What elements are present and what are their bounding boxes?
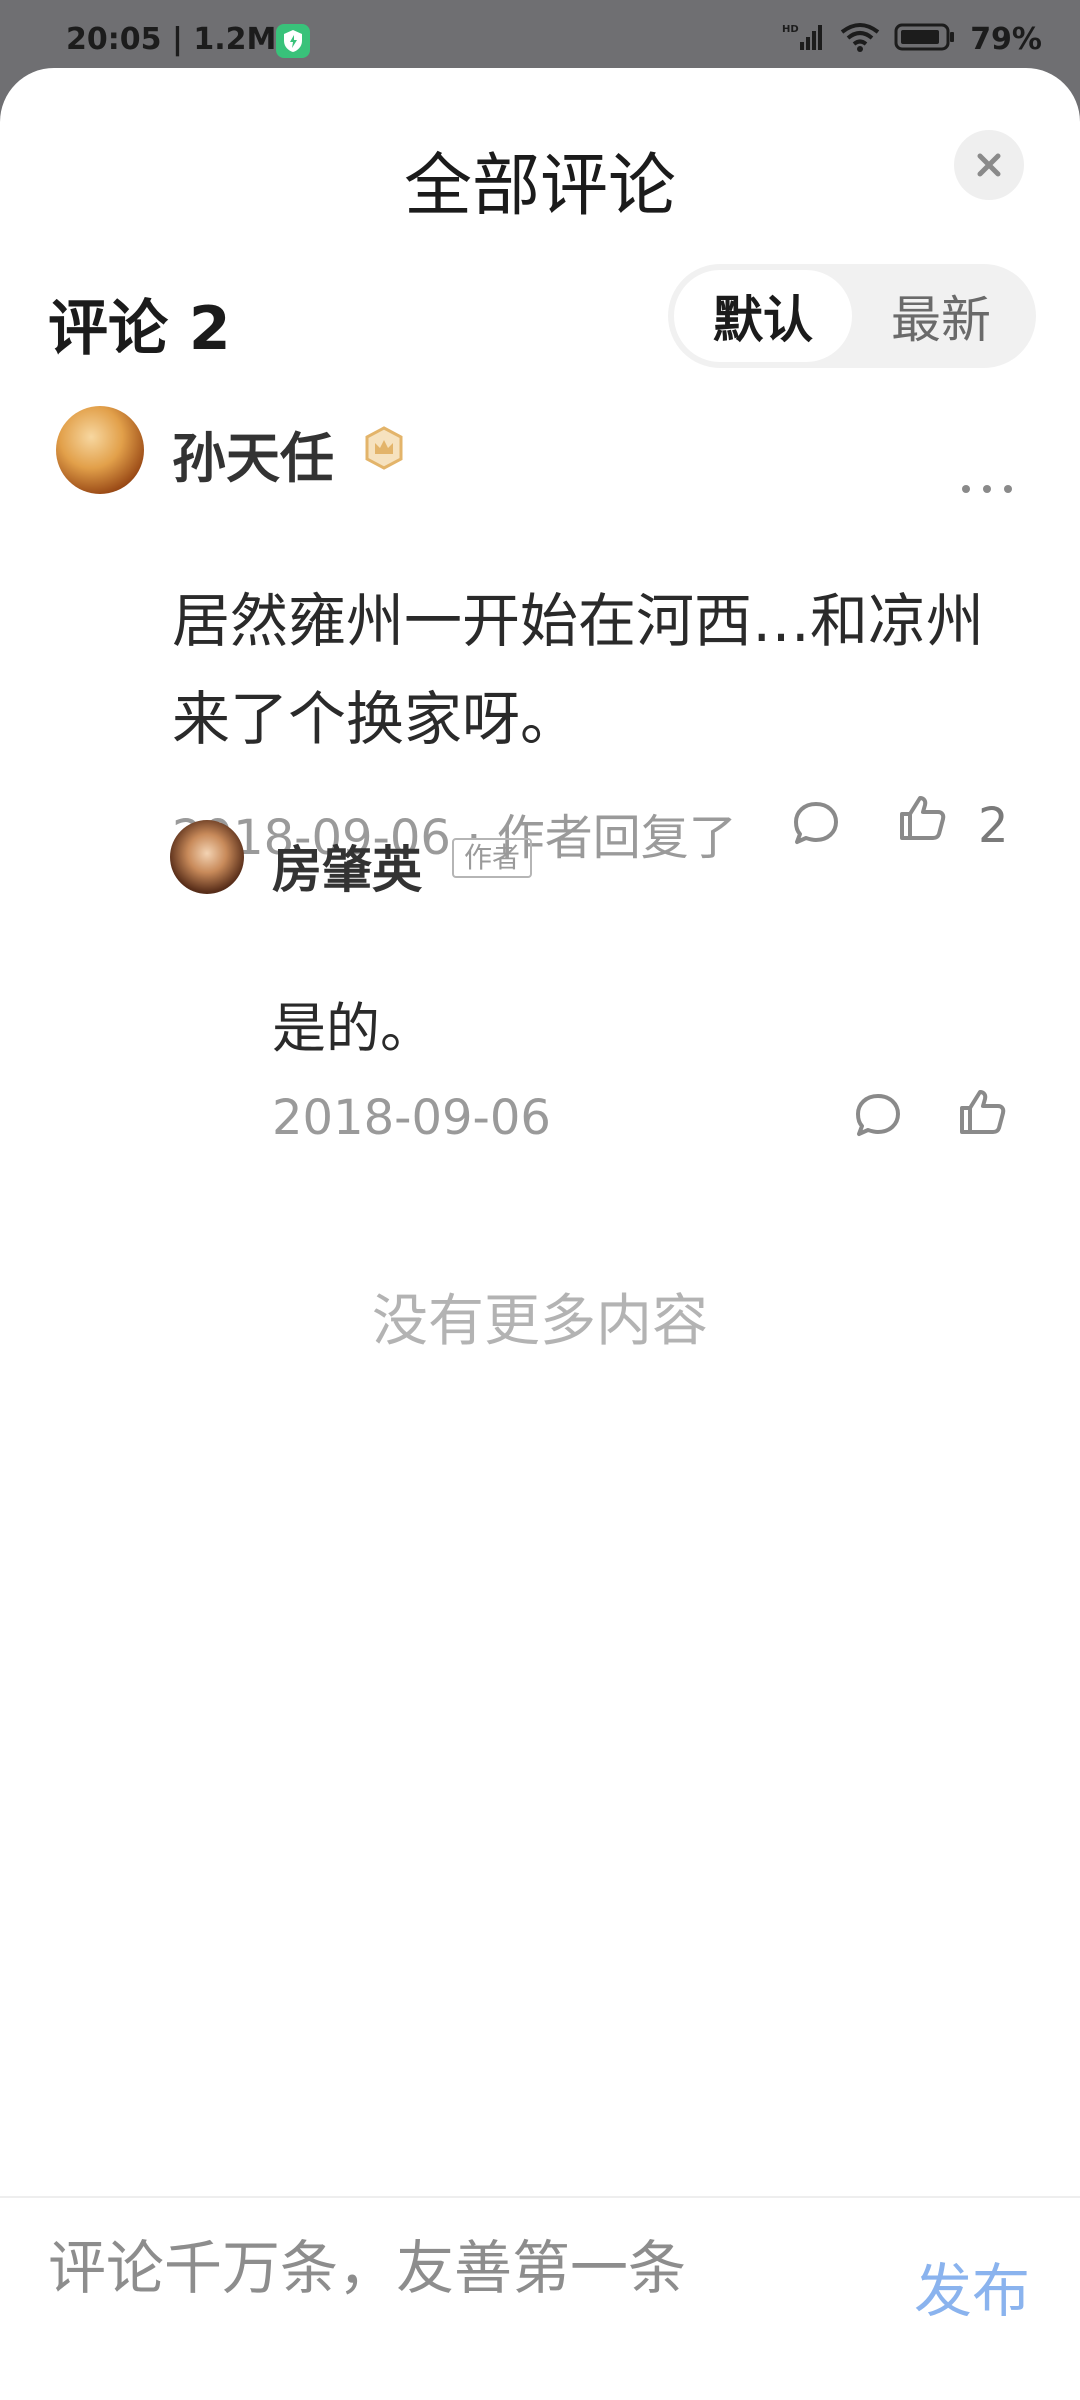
comment-count: 评论 2 xyxy=(48,294,231,364)
author-tag: 作者 xyxy=(452,838,533,878)
comment-text: 居然雍州一开始在河西…和凉州来了个换家呀。 xyxy=(172,587,985,753)
shield-icon xyxy=(276,24,310,58)
publish-button[interactable]: 发布 xyxy=(914,2244,1030,2328)
comment-input[interactable] xyxy=(48,2228,868,2308)
like-button[interactable] xyxy=(892,790,952,850)
sort-toggle: 默认 最新 xyxy=(668,264,1036,368)
more-options-button[interactable] xyxy=(960,472,1014,495)
status-bar: 20:05 | 1.2M/s HD 79% xyxy=(0,0,1080,72)
reply-button[interactable] xyxy=(850,1090,906,1146)
sort-default-tab[interactable]: 默认 xyxy=(674,270,852,362)
reply-username[interactable]: 房肇英 xyxy=(272,830,422,902)
sort-newest-tab[interactable]: 最新 xyxy=(852,270,1030,362)
comments-sheet: 全部评论 评论 2 默认 最新 孙天任 居然雍州一开始在河西…和凉州来了个换家呀… xyxy=(0,68,1080,2400)
hd-signal-icon: HD xyxy=(782,22,826,56)
battery-icon xyxy=(894,22,956,56)
thumbs-up-icon xyxy=(894,790,950,850)
svg-text:HD: HD xyxy=(782,24,799,35)
status-time-speed: 20:05 | 1.2M/s xyxy=(66,22,306,57)
avatar[interactable] xyxy=(56,406,144,494)
reply-button[interactable] xyxy=(788,798,844,854)
wifi-icon xyxy=(840,22,880,56)
close-button[interactable] xyxy=(954,130,1024,200)
no-more-content: 没有更多内容 xyxy=(372,1289,708,1354)
close-icon xyxy=(974,141,1004,190)
sheet-title: 全部评论 xyxy=(403,147,676,226)
battery-percent: 79% xyxy=(970,21,1042,57)
comment-bubble-icon xyxy=(852,1090,904,1146)
avatar[interactable] xyxy=(170,820,244,894)
reply-meta: 2018-09-06 xyxy=(272,1090,551,1146)
like-count: 2 xyxy=(978,798,1009,854)
comment-username[interactable]: 孙天任 xyxy=(172,414,334,493)
like-button[interactable] xyxy=(952,1084,1012,1144)
level-badge-icon xyxy=(364,426,404,470)
thumbs-up-icon xyxy=(954,1084,1010,1144)
reply-text: 是的。 xyxy=(272,997,434,1060)
comment-bubble-icon xyxy=(790,798,842,854)
status-right-group: HD 79% xyxy=(782,21,1042,57)
